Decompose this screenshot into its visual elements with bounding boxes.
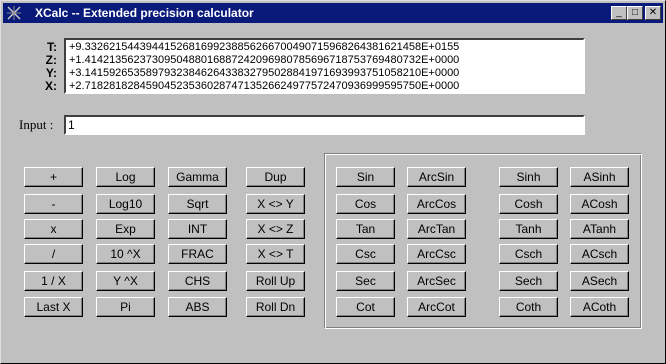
gamma-button[interactable]: Gamma — [168, 167, 227, 187]
arccos-button[interactable]: ArcCos — [407, 194, 466, 214]
tan-button[interactable]: Tan — [336, 219, 395, 239]
csch-button[interactable]: Csch — [499, 244, 558, 264]
x-t-button[interactable]: X <> T — [246, 244, 305, 264]
cosh-button[interactable]: Cosh — [499, 194, 558, 214]
y-x-button[interactable]: Y ^X — [96, 271, 155, 291]
stack-value-t: +9.3326215443944152681699238856266700490… — [69, 41, 460, 53]
frac-button[interactable]: FRAC — [168, 244, 227, 264]
dup-button[interactable]: Dup — [246, 167, 305, 187]
stack-label-x: X: — [45, 79, 57, 93]
asinh-button[interactable]: ASinh — [570, 167, 629, 187]
stack-value-x: +2.7182818284590452353602874713526624977… — [69, 80, 460, 92]
stack-value-z: +1.4142135623730950488016887242096980785… — [69, 54, 460, 66]
atanh-button[interactable]: ATanh — [570, 219, 629, 239]
arcsin-button[interactable]: ArcSin — [407, 167, 466, 187]
stack-value-y: +3.1415926535897932384626433832795028841… — [69, 67, 460, 79]
arctan-button[interactable]: ArcTan — [407, 219, 466, 239]
cos-button[interactable]: Cos — [336, 194, 395, 214]
exp-button[interactable]: Exp — [96, 219, 155, 239]
sinh-button[interactable]: Sinh — [499, 167, 558, 187]
log-button[interactable]: Log — [96, 167, 155, 187]
stack-display[interactable]: +9.3326215443944152681699238856266700490… — [64, 38, 585, 94]
pi-button[interactable]: Pi — [96, 297, 155, 317]
window-title: XCalc -- Extended precision calculator — [35, 6, 254, 20]
sec-button[interactable]: Sec — [336, 271, 395, 291]
1-x-button[interactable]: 1 / X — [24, 271, 83, 291]
x-y-button[interactable]: X <> Y — [246, 194, 305, 214]
stack-labels: T: Z: Y: X: — [41, 41, 57, 93]
op-1-0-button[interactable]: - — [24, 194, 83, 214]
asech-button[interactable]: ASech — [570, 271, 629, 291]
abs-button[interactable]: ABS — [168, 297, 227, 317]
cot-button[interactable]: Cot — [336, 297, 395, 317]
log10-button[interactable]: Log10 — [96, 194, 155, 214]
coth-button[interactable]: Coth — [499, 297, 558, 317]
input-label: Input : — [19, 117, 54, 132]
close-button[interactable]: ✕ — [645, 6, 661, 20]
op-3-0-button[interactable]: / — [24, 244, 83, 264]
x-button[interactable]: x — [24, 219, 83, 239]
csc-button[interactable]: Csc — [336, 244, 395, 264]
xcalc-app-icon[interactable] — [6, 5, 22, 21]
minimize-button[interactable]: _ — [611, 6, 627, 20]
title-bar[interactable]: XCalc -- Extended precision calculator _… — [3, 3, 663, 23]
calculator-window: XCalc -- Extended precision calculator _… — [0, 0, 666, 364]
roll-up-button[interactable]: Roll Up — [246, 271, 305, 291]
acoth-button[interactable]: ACoth — [570, 297, 629, 317]
op-0-0-button[interactable]: + — [24, 167, 83, 187]
chs-button[interactable]: CHS — [168, 271, 227, 291]
input-field[interactable]: 1 — [64, 115, 585, 135]
last-x-button[interactable]: Last X — [24, 297, 83, 317]
acsch-button[interactable]: ACsch — [570, 244, 629, 264]
arccsc-button[interactable]: ArcCsc — [407, 244, 466, 264]
arccot-button[interactable]: ArcCot — [407, 297, 466, 317]
roll-dn-button[interactable]: Roll Dn — [246, 297, 305, 317]
tanh-button[interactable]: Tanh — [499, 219, 558, 239]
10-x-button[interactable]: 10 ^X — [96, 244, 155, 264]
sqrt-button[interactable]: Sqrt — [168, 194, 227, 214]
maximize-button[interactable]: □ — [627, 6, 643, 20]
acosh-button[interactable]: ACosh — [570, 194, 629, 214]
sin-button[interactable]: Sin — [336, 167, 395, 187]
sech-button[interactable]: Sech — [499, 271, 558, 291]
x-z-button[interactable]: X <> Z — [246, 219, 305, 239]
int-button[interactable]: INT — [168, 219, 227, 239]
arcsec-button[interactable]: ArcSec — [407, 271, 466, 291]
